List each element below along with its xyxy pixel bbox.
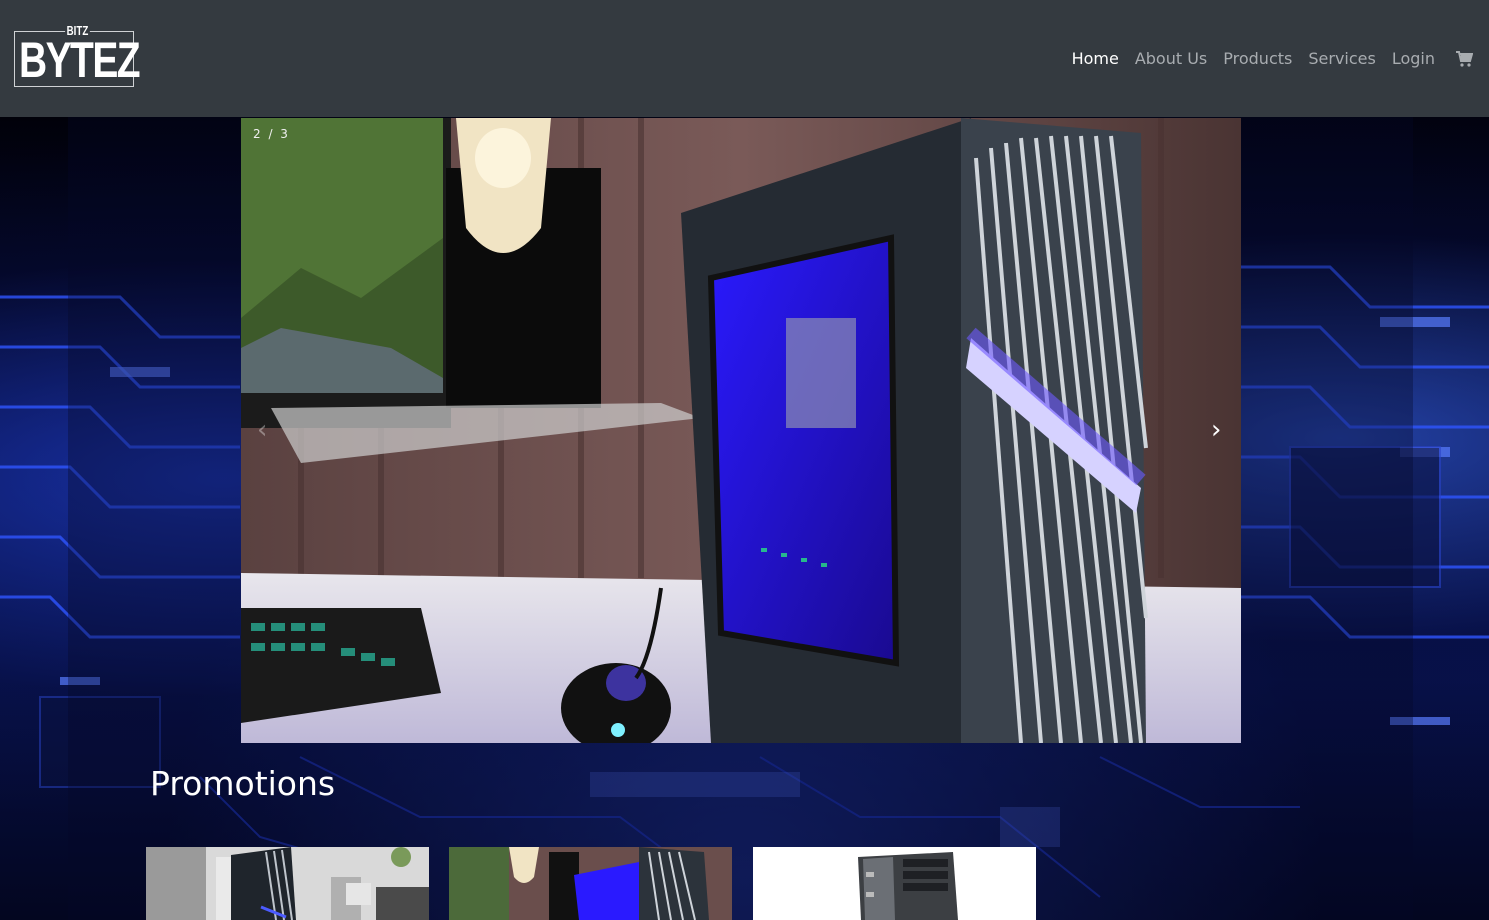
nav-products[interactable]: Products bbox=[1223, 49, 1292, 68]
promo-card-2-image bbox=[449, 847, 732, 920]
slide-counter: 2 / 3 bbox=[253, 127, 290, 141]
carousel-next-button[interactable]: › bbox=[1211, 417, 1221, 443]
brand-logo-big-text: BYTEZ bbox=[19, 31, 141, 88]
promo-card-1[interactable] bbox=[146, 847, 429, 920]
promo-card-2[interactable] bbox=[449, 847, 732, 920]
hero-carousel: 2 / 3 ‹ › bbox=[241, 118, 1241, 743]
nav-about-us[interactable]: About Us bbox=[1135, 49, 1207, 68]
navbar: BITZ BYTEZ Home About Us Products Servic… bbox=[0, 0, 1489, 117]
promo-card-3-image bbox=[753, 847, 1036, 920]
nav-services[interactable]: Services bbox=[1308, 49, 1375, 68]
carousel-slide-image bbox=[241, 118, 1241, 743]
promotions-heading: Promotions bbox=[150, 764, 336, 803]
carousel-prev-button[interactable]: ‹ bbox=[257, 417, 267, 443]
promo-card-1-image bbox=[146, 847, 429, 920]
brand-logo[interactable]: BITZ BYTEZ bbox=[14, 22, 141, 87]
cart-icon[interactable] bbox=[1455, 50, 1474, 68]
nav-menu: Home About Us Products Services Login bbox=[1072, 49, 1474, 68]
nav-login[interactable]: Login bbox=[1392, 49, 1435, 68]
nav-home[interactable]: Home bbox=[1072, 49, 1119, 68]
promo-card-3[interactable] bbox=[753, 847, 1036, 920]
